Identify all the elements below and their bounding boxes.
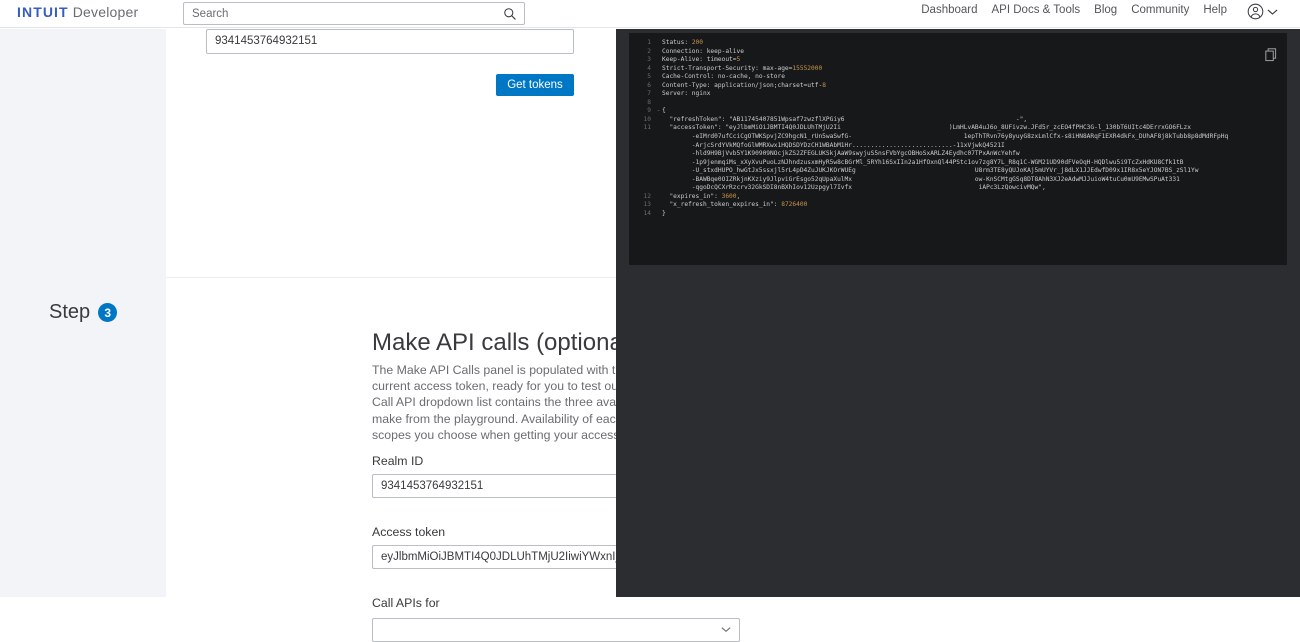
- code-line: -BAWBqe0OIZRkjnKXziy9JlpviGrEsgo52qUpaXu…: [629, 176, 1228, 185]
- code-number: 8726400: [781, 201, 808, 209]
- code-line: 9-{: [629, 107, 1228, 116]
- code-text: "accessToken": "eyJlbmMiOiJBMTI4Q0JDLUhT…: [662, 124, 1191, 132]
- response-console-panel: 1 Status: 200 2 Connection: keep-alive 3 Keep…: [616, 29, 1300, 597]
- code-line: 6 Content-Type: application/json;charset=…: [629, 82, 1228, 91]
- code-text: "refreshToken": "AB11745407851Wpsaf7zwzf…: [662, 115, 1028, 123]
- code-line: -ArjcSrdYVkMQfoGlWMRXwx1HQDSDYDzCH1WBAbM…: [629, 142, 1228, 151]
- step-word: Step: [49, 301, 91, 323]
- code-text: Keep-Alive: timeout=: [662, 56, 737, 64]
- line-number: 5: [647, 73, 651, 81]
- code-text: -1p9jenmqiMs_xXyXvuPuoLzNJhndzusxmHyR5w8…: [662, 158, 1184, 166]
- line-number: 13: [643, 201, 651, 209]
- section-divider: [166, 277, 616, 278]
- access-token-label: Access token: [372, 525, 446, 539]
- code-line: 14}: [629, 210, 1228, 219]
- realm-id-value: 9341453764932151: [381, 480, 484, 492]
- line-number: 8: [647, 98, 651, 106]
- code-number: 3600: [721, 192, 737, 200]
- get-tokens-button[interactable]: Get tokens: [496, 74, 574, 96]
- response-code-block[interactable]: 1 Status: 200 2 Connection: keep-alive 3 Keep…: [629, 33, 1287, 265]
- code-text: Connection: keep-alive: [662, 47, 744, 55]
- brand-intuit: INTUIT: [17, 4, 69, 20]
- code-number: 15552000: [792, 64, 823, 72]
- line-number: 14: [643, 209, 651, 217]
- code-text: -U_stxdHUPO_hwGtJx5ssxjl5rL4pD4ZuJUKJKOr…: [662, 167, 1199, 175]
- header-nav: Dashboard API Docs & Tools Blog Communit…: [921, 4, 1227, 16]
- line-number: 3: [647, 56, 651, 64]
- step-number-badge: 3: [98, 303, 118, 322]
- code-line: 1 Status: 200: [629, 39, 1228, 48]
- code-text: Status:: [662, 39, 692, 46]
- response-code-lines: 1 Status: 200 2 Connection: keep-alive 3 Keep…: [629, 39, 1229, 219]
- line-number: 4: [647, 64, 651, 72]
- search-input[interactable]: Search: [183, 2, 525, 25]
- nav-api-docs-tools[interactable]: API Docs & Tools: [992, 4, 1081, 16]
- line-number: 7: [647, 90, 651, 98]
- main-content-column: 9341453764932151 Get tokens Make API cal…: [166, 29, 754, 642]
- account-menu[interactable]: [1247, 3, 1278, 20]
- top-header: INTUIT Developer Search Dashboard API Doc…: [0, 0, 1300, 28]
- copy-icon[interactable]: [1265, 48, 1278, 62]
- code-text: Strict-Transport-Security: max-age=: [662, 64, 793, 72]
- code-text: -hld9H9BjVvb5Y1K90909NOcjkZS2ZFEGLUKSkjA…: [662, 150, 1020, 158]
- code-line: 8: [629, 99, 1228, 108]
- nav-dashboard[interactable]: Dashboard: [921, 4, 977, 16]
- nav-blog[interactable]: Blog: [1094, 4, 1117, 16]
- code-line: 3 Keep-Alive: timeout=5: [629, 56, 1228, 65]
- code-number: 5: [736, 56, 741, 64]
- realm-id-value-top: 9341453764932151: [215, 35, 318, 47]
- code-line: 4 Strict-Transport-Security: max-age=1555…: [629, 65, 1228, 74]
- nav-community[interactable]: Community: [1131, 4, 1189, 16]
- line-number: 9: [647, 107, 651, 115]
- code-text: Server: nginx: [662, 90, 711, 98]
- line-number: 12: [643, 192, 651, 200]
- code-line: 12 "expires_in": 3600,: [629, 193, 1228, 202]
- line-number: 2: [647, 47, 651, 55]
- line-number: 11: [643, 124, 651, 132]
- code-line: -1p9jenmqiMs_xXyXvuPuoLzNJhndzusxmHyR5w8…: [629, 159, 1228, 168]
- line-number: 1: [647, 39, 651, 46]
- search-icon[interactable]: [503, 7, 517, 21]
- realm-id-input-top[interactable]: 9341453764932151: [206, 29, 574, 54]
- step3-title: Make API calls (optional): [372, 329, 637, 356]
- code-text: -BAWBqe0OIZRkjnKXziy9JlpviGrEsgo52qUpaXu…: [662, 175, 1180, 183]
- code-line: 13 "x_refresh_token_expires_in": 8726400: [629, 201, 1228, 210]
- code-number: 200: [691, 39, 703, 46]
- chevron-down-icon: [1267, 9, 1278, 15]
- step3-indicator: Step 3: [49, 301, 118, 324]
- code-text: -qgoDcQCXrRzcrv32GkSDI8nBXhIov12Uzpgyl7I…: [662, 184, 1046, 192]
- code-number: 8: [822, 81, 826, 89]
- account-circle-icon: [1247, 3, 1264, 20]
- call-apis-for-label: Call APIs for: [372, 596, 440, 610]
- code-line: -eIMrd07ufCciCgOTWKSpvjZC9hgcN1_rUn5waSw…: [629, 133, 1228, 142]
- line-number: 6: [647, 81, 651, 89]
- chevron-down-icon: [721, 627, 731, 633]
- nav-help[interactable]: Help: [1203, 4, 1227, 16]
- code-text: -eIMrd07ufCciCgOTWKSpvjZC9hgcN1_rUn5waSw…: [662, 133, 1229, 141]
- code-text: Content-Type: application/json;charset=u…: [662, 81, 823, 89]
- code-text: "x_refresh_token_expires_in":: [662, 201, 782, 209]
- intuit-developer-logo[interactable]: INTUIT Developer: [17, 4, 138, 20]
- code-text: {: [662, 107, 666, 115]
- line-number: 10: [643, 115, 651, 123]
- code-line: -U_stxdHUPO_hwGtJx5ssxjl5rL4pD4ZuJUKJKOr…: [629, 167, 1228, 176]
- code-text-tail: ,: [736, 192, 741, 200]
- code-line: 5 Cache-Control: no-cache, no-store: [629, 73, 1228, 82]
- fold-marker[interactable]: -: [655, 107, 662, 116]
- realm-id-label: Realm ID: [372, 454, 424, 468]
- code-line: 11 "accessToken": "eyJlbmMiOiJBMTI4Q0JDL…: [629, 124, 1228, 133]
- code-text: Cache-Control: no-cache, no-store: [662, 73, 785, 81]
- code-line: 2 Connection: keep-alive: [629, 48, 1228, 57]
- code-line: 7 Server: nginx: [629, 90, 1228, 99]
- code-text: }: [662, 209, 666, 217]
- code-text: "expires_in":: [662, 192, 722, 200]
- code-line: 10 "refreshToken": "AB11745407851Wpsaf7z…: [629, 116, 1228, 125]
- call-apis-for-select[interactable]: [372, 618, 740, 642]
- code-line: -hld9H9BjVvb5Y1K90909NOcjkZS2ZFEGLUKSkjA…: [629, 150, 1228, 159]
- brand-developer: Developer: [72, 4, 139, 20]
- code-text: -ArjcSrdYVkMQfoGlWMRXwx1HQDSDYDzCH1WBAbM…: [662, 141, 1005, 149]
- code-line: -qgoDcQCXrRzcrv32GkSDI8nBXhIov12Uzpgyl7I…: [629, 184, 1228, 193]
- search-placeholder: Search: [192, 7, 229, 20]
